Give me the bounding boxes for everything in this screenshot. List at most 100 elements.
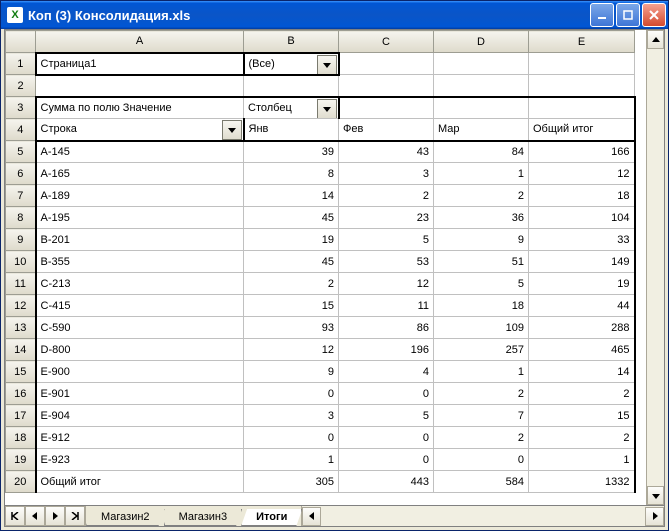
pivot-data-cell[interactable]: 288 (529, 317, 635, 339)
pivot-row-label[interactable]: C-213 (36, 273, 244, 295)
cell[interactable] (529, 75, 635, 97)
row-header[interactable]: 6 (6, 163, 36, 185)
cell[interactable] (434, 75, 529, 97)
pivot-data-cell[interactable]: 18 (434, 295, 529, 317)
close-button[interactable] (642, 3, 666, 27)
row-header[interactable]: 4 (6, 119, 36, 141)
maximize-button[interactable] (616, 3, 640, 27)
pivot-data-cell[interactable]: 7 (434, 405, 529, 427)
cell[interactable] (339, 53, 434, 75)
row-header[interactable]: 3 (6, 97, 36, 119)
row-header[interactable]: 15 (6, 361, 36, 383)
col-header-E[interactable]: E (529, 31, 635, 53)
pivot-data-cell[interactable]: 149 (529, 251, 635, 273)
pivot-data-cell[interactable]: 9 (434, 229, 529, 251)
pivot-data-cell[interactable]: 12 (244, 339, 339, 361)
page-field-cell[interactable]: Страница1 (36, 53, 244, 75)
pivot-col-header[interactable]: Фев (339, 119, 434, 141)
pivot-data-cell[interactable]: 1 (244, 449, 339, 471)
pivot-data-cell[interactable]: 8 (244, 163, 339, 185)
cell[interactable] (339, 75, 434, 97)
pivot-data-cell[interactable]: 2 (529, 427, 635, 449)
pivot-data-cell[interactable]: 465 (529, 339, 635, 361)
titlebar[interactable]: X Коп (3) Консолидация.xls (1, 1, 668, 29)
pivot-data-cell[interactable]: 5 (434, 273, 529, 295)
pivot-data-cell[interactable]: 33 (529, 229, 635, 251)
row-field-dropdown[interactable] (222, 120, 242, 140)
pivot-data-cell[interactable]: 1 (529, 449, 635, 471)
pivot-data-cell[interactable]: 43 (339, 141, 434, 163)
page-field-dropdown[interactable] (317, 55, 337, 75)
row-header[interactable]: 18 (6, 427, 36, 449)
row-header[interactable]: 11 (6, 273, 36, 295)
grand-total-cell[interactable]: 584 (434, 471, 529, 493)
cell[interactable] (434, 53, 529, 75)
pivot-row-label[interactable]: E-923 (36, 449, 244, 471)
pivot-data-cell[interactable]: 23 (339, 207, 434, 229)
pivot-data-cell[interactable]: 9 (244, 361, 339, 383)
pivot-data-cell[interactable]: 5 (339, 229, 434, 251)
spreadsheet-grid[interactable]: A B C D E 1 Страница1 (Все) (5, 30, 636, 493)
pivot-data-cell[interactable]: 1 (434, 361, 529, 383)
pivot-data-cell[interactable]: 3 (244, 405, 339, 427)
pivot-data-cell[interactable]: 12 (339, 273, 434, 295)
pivot-data-cell[interactable]: 0 (339, 427, 434, 449)
grand-total-label-cell[interactable]: Общий итог (36, 471, 244, 493)
pivot-data-cell[interactable]: 44 (529, 295, 635, 317)
pivot-row-label[interactable]: E-901 (36, 383, 244, 405)
pivot-row-label[interactable]: A-145 (36, 141, 244, 163)
pivot-data-cell[interactable]: 19 (529, 273, 635, 295)
pivot-data-cell[interactable]: 2 (339, 185, 434, 207)
row-header[interactable]: 13 (6, 317, 36, 339)
pivot-data-cell[interactable]: 14 (244, 185, 339, 207)
row-header[interactable]: 16 (6, 383, 36, 405)
scroll-up-button[interactable] (647, 30, 664, 49)
pivot-data-cell[interactable]: 45 (244, 251, 339, 273)
sheet-tab[interactable]: Магазин2 (86, 509, 165, 526)
pivot-data-cell[interactable]: 45 (244, 207, 339, 229)
pivot-row-label[interactable]: E-904 (36, 405, 244, 427)
col-header-C[interactable]: C (339, 31, 434, 53)
minimize-button[interactable] (590, 3, 614, 27)
col-header-B[interactable]: B (244, 31, 339, 53)
grand-total-cell[interactable]: 443 (339, 471, 434, 493)
pivot-data-cell[interactable]: 86 (339, 317, 434, 339)
scroll-down-button[interactable] (647, 486, 664, 505)
pivot-data-cell[interactable]: 2 (434, 383, 529, 405)
col-header-A[interactable]: A (36, 31, 244, 53)
pivot-data-cell[interactable]: 2 (244, 273, 339, 295)
pivot-row-label[interactable]: A-195 (36, 207, 244, 229)
scroll-right-button[interactable] (645, 507, 664, 526)
pivot-data-cell[interactable]: 93 (244, 317, 339, 339)
row-header[interactable]: 8 (6, 207, 36, 229)
scroll-track[interactable] (647, 49, 664, 486)
cell[interactable] (36, 75, 244, 97)
col-header-D[interactable]: D (434, 31, 529, 53)
tab-nav-last[interactable] (65, 506, 85, 526)
pivot-col-header[interactable]: Мар (434, 119, 529, 141)
page-field-value-cell[interactable]: (Все) (244, 53, 339, 75)
pivot-row-label[interactable]: C-415 (36, 295, 244, 317)
pivot-data-cell[interactable]: 15 (244, 295, 339, 317)
pivot-data-cell[interactable]: 0 (339, 383, 434, 405)
pivot-data-cell[interactable]: 84 (434, 141, 529, 163)
pivot-row-label[interactable]: B-201 (36, 229, 244, 251)
cell[interactable] (339, 97, 434, 119)
tab-nav-next[interactable] (45, 506, 65, 526)
row-header[interactable]: 12 (6, 295, 36, 317)
pivot-data-cell[interactable]: 257 (434, 339, 529, 361)
pivot-data-cell[interactable]: 2 (434, 185, 529, 207)
grand-total-cell[interactable]: 305 (244, 471, 339, 493)
pivot-col-header[interactable]: Общий итог (529, 119, 635, 141)
pivot-row-label[interactable]: D-800 (36, 339, 244, 361)
pivot-row-label[interactable]: E-912 (36, 427, 244, 449)
pivot-data-cell[interactable]: 2 (434, 427, 529, 449)
pivot-data-cell[interactable]: 3 (339, 163, 434, 185)
pivot-data-cell[interactable]: 51 (434, 251, 529, 273)
row-header[interactable]: 1 (6, 53, 36, 75)
row-header[interactable]: 14 (6, 339, 36, 361)
row-field-cell[interactable]: Строка (36, 119, 244, 141)
pivot-data-cell[interactable]: 1 (434, 163, 529, 185)
pivot-data-cell[interactable]: 0 (244, 383, 339, 405)
cell[interactable] (529, 97, 635, 119)
